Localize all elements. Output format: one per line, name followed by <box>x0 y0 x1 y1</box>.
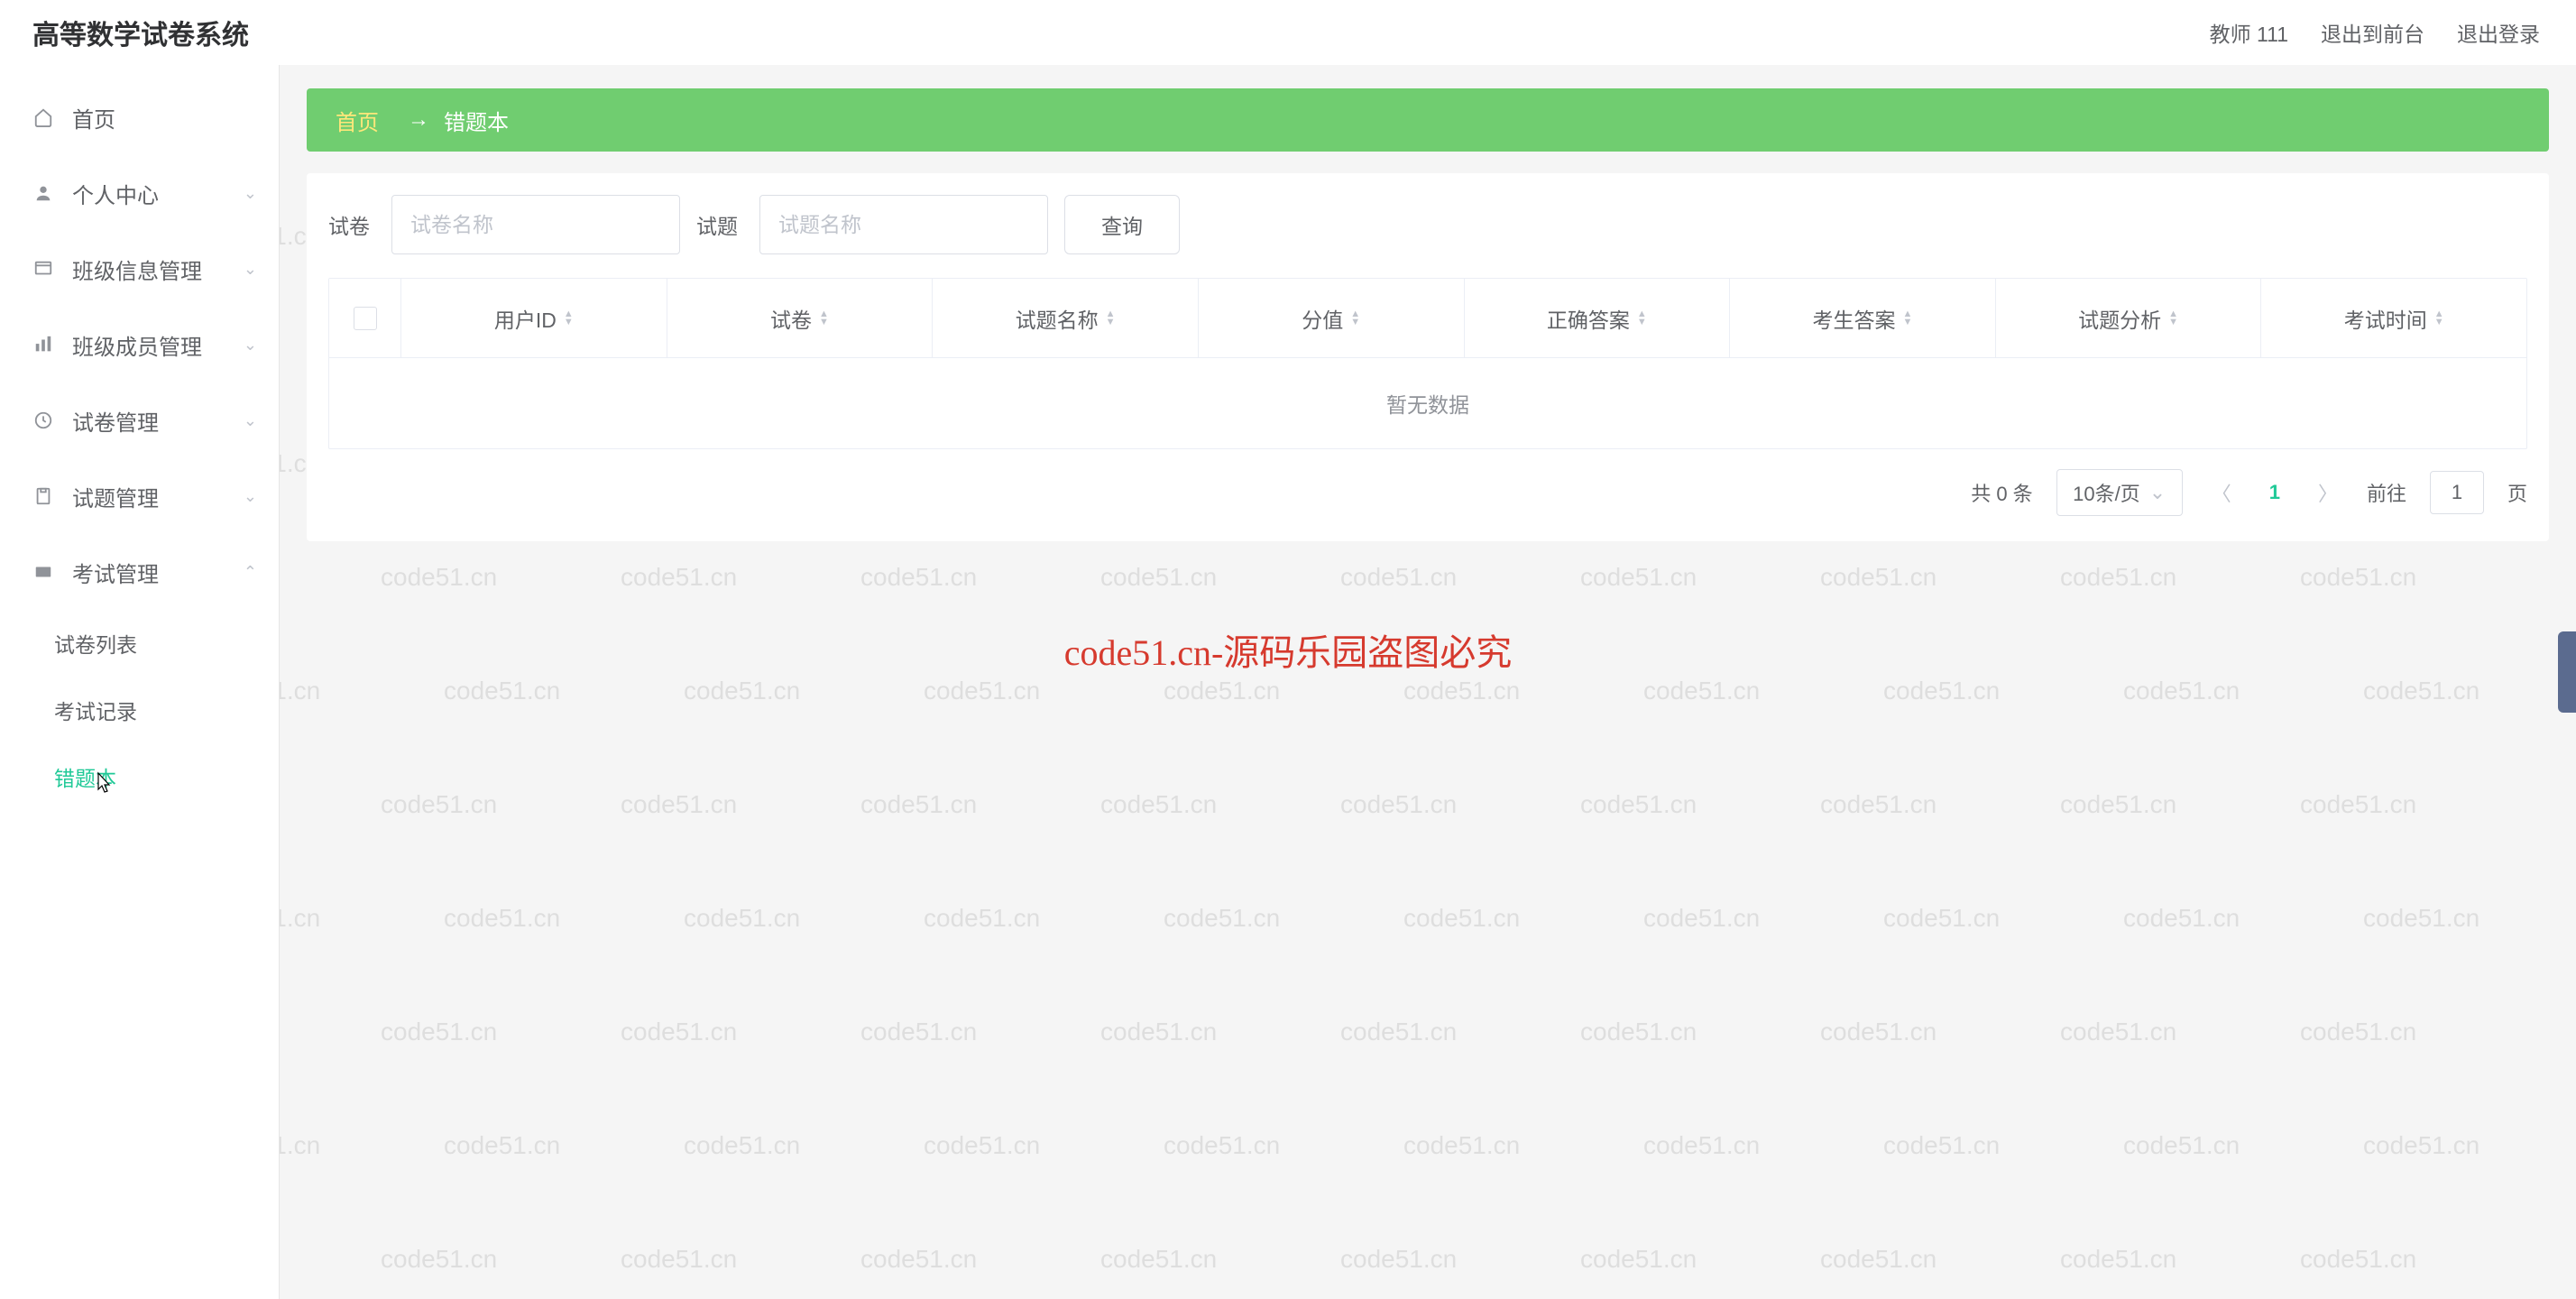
sidebar-label: 试卷管理 <box>72 405 159 437</box>
sort-icon: ▲▼ <box>2434 310 2444 327</box>
chevron-down-icon: ⌄ <box>244 336 257 355</box>
col-correct-answer[interactable]: 正确答案▲▼ <box>1465 279 1731 357</box>
question-icon <box>32 485 54 507</box>
col-analysis[interactable]: 试题分析▲▼ <box>1996 279 2262 357</box>
user-label[interactable]: 教师 111 <box>2210 17 2288 48</box>
chevron-down-icon: ⌄ <box>244 184 257 203</box>
side-drawer-handle[interactable] <box>2558 631 2576 713</box>
jump-page-input[interactable] <box>2430 471 2484 514</box>
col-question-name[interactable]: 试题名称▲▼ <box>933 279 1199 357</box>
sidebar-item-personal[interactable]: 个人中心 ⌄ <box>0 155 279 231</box>
paper-filter-label: 试卷 <box>328 209 370 240</box>
breadcrumb-sep: → <box>408 107 429 133</box>
sidebar-label: 首页 <box>72 102 115 134</box>
sidebar-label: 班级成员管理 <box>72 329 202 361</box>
user-icon <box>32 182 54 204</box>
prev-page[interactable]: 〈 <box>2206 478 2237 507</box>
top-header: 高等数学试卷系统 教师 111 退出到前台 退出登录 <box>0 0 2576 65</box>
sidebar-sub-paper-list[interactable]: 试卷列表 <box>0 610 279 677</box>
home-icon <box>32 106 54 128</box>
sidebar-label: 班级信息管理 <box>72 253 202 285</box>
page-size-select[interactable]: 10条/页 ⌄ <box>2056 469 2183 516</box>
total-count: 共 0 条 <box>1971 478 2032 507</box>
jump-label: 前往 <box>2367 478 2406 507</box>
col-score[interactable]: 分值▲▼ <box>1199 279 1465 357</box>
table-header: 用户ID▲▼ 试卷▲▼ 试题名称▲▼ 分值▲▼ 正确答案▲▼ 考生答案▲▼ 试题… <box>329 279 2526 358</box>
next-page[interactable]: 〉 <box>2313 478 2343 507</box>
sidebar-sub-wrong-book[interactable]: 错题本 <box>0 743 279 810</box>
exam-icon <box>32 561 54 583</box>
sort-icon: ▲▼ <box>564 310 574 327</box>
breadcrumb: 首页 → 错题本 <box>307 88 2549 152</box>
chevron-down-icon: ⌄ <box>244 260 257 279</box>
filter-row: 试卷 试题 查询 <box>328 195 2527 254</box>
breadcrumb-current: 错题本 <box>444 105 509 136</box>
class-icon <box>32 258 54 280</box>
sidebar-item-exam-mgmt[interactable]: 考试管理 ⌃ <box>0 534 279 610</box>
question-name-input[interactable] <box>759 195 1048 254</box>
paper-icon <box>32 410 54 431</box>
exit-front-link[interactable]: 退出到前台 <box>2321 17 2424 48</box>
sort-icon: ▲▼ <box>819 310 829 327</box>
jump-suffix: 页 <box>2507 478 2527 507</box>
sort-icon: ▲▼ <box>1902 310 1912 327</box>
sort-icon: ▲▼ <box>1637 310 1647 327</box>
select-all-col[interactable] <box>329 279 401 357</box>
content-panel: 试卷 试题 查询 用户ID▲▼ 试卷▲▼ 试题名称▲▼ 分值▲▼ 正确答案▲▼ … <box>307 173 2549 541</box>
breadcrumb-home[interactable]: 首页 <box>336 105 379 136</box>
col-student-answer[interactable]: 考生答案▲▼ <box>1730 279 1996 357</box>
chevron-down-icon: ⌄ <box>244 411 257 430</box>
sidebar-item-class-info[interactable]: 班级信息管理 ⌄ <box>0 231 279 307</box>
col-paper[interactable]: 试卷▲▼ <box>667 279 934 357</box>
sidebar-label: 考试管理 <box>72 557 159 588</box>
logout-link[interactable]: 退出登录 <box>2457 17 2540 48</box>
sidebar-item-class-member[interactable]: 班级成员管理 ⌄ <box>0 307 279 382</box>
sort-icon: ▲▼ <box>1350 310 1360 327</box>
chevron-up-icon: ⌃ <box>244 563 257 582</box>
members-icon <box>32 334 54 355</box>
current-page[interactable]: 1 <box>2260 481 2289 504</box>
sidebar-item-home[interactable]: 首页 <box>0 79 279 155</box>
sort-icon: ▲▼ <box>2168 310 2178 327</box>
app-logo: 高等数学试卷系统 <box>32 13 249 52</box>
checkbox[interactable] <box>354 307 377 330</box>
chevron-down-icon: ⌄ <box>2149 481 2166 504</box>
sidebar-item-question-mgmt[interactable]: 试题管理 ⌄ <box>0 458 279 534</box>
col-user-id[interactable]: 用户ID▲▼ <box>401 279 667 357</box>
sidebar-label: 试题管理 <box>72 481 159 512</box>
chevron-down-icon: ⌄ <box>244 487 257 506</box>
sort-icon: ▲▼ <box>1106 310 1116 327</box>
col-exam-time[interactable]: 考试时间▲▼ <box>2261 279 2526 357</box>
paper-name-input[interactable] <box>391 195 680 254</box>
table-empty: 暂无数据 <box>329 358 2526 448</box>
query-button[interactable]: 查询 <box>1064 195 1180 254</box>
sidebar-label: 个人中心 <box>72 178 159 209</box>
sidebar-item-paper-mgmt[interactable]: 试卷管理 ⌄ <box>0 382 279 458</box>
sidebar-label: 错题本 <box>54 761 116 792</box>
sidebar-sub-exam-record[interactable]: 考试记录 <box>0 677 279 743</box>
sidebar-label: 考试记录 <box>54 695 137 725</box>
sidebar: 首页 个人中心 ⌄ 班级信息管理 ⌄ 班级成员管理 ⌄ <box>0 65 280 1299</box>
data-table: 用户ID▲▼ 试卷▲▼ 试题名称▲▼ 分值▲▼ 正确答案▲▼ 考生答案▲▼ 试题… <box>328 278 2527 449</box>
question-filter-label: 试题 <box>696 209 738 240</box>
pagination: 共 0 条 10条/页 ⌄ 〈 1 〉 前往 页 <box>328 469 2527 516</box>
sidebar-label: 试卷列表 <box>54 628 137 659</box>
